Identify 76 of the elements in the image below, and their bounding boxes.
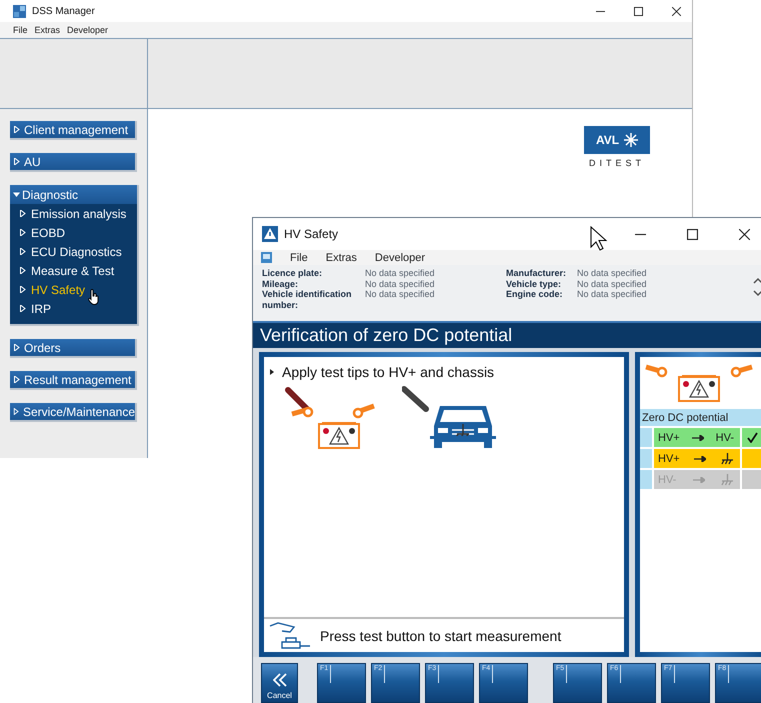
close-icon xyxy=(738,228,750,240)
arrow-icon xyxy=(692,434,704,440)
info-label: Licence plate: xyxy=(262,268,324,278)
info-label: Mileage: xyxy=(262,278,300,289)
logo-tagline: DITEST xyxy=(588,158,645,168)
maximize-icon xyxy=(686,228,698,240)
arrow-icon xyxy=(692,476,705,482)
result-row: HV+ xyxy=(654,449,740,468)
nav-button[interactable]: Client management xyxy=(10,121,137,140)
window-title: DSS Manager xyxy=(32,6,95,16)
caret-right-icon xyxy=(13,126,20,133)
info-value: No data specified xyxy=(577,268,648,278)
caret-right-icon xyxy=(13,376,20,383)
caret-right-icon xyxy=(13,408,19,415)
nav-item[interactable]: HV Safety xyxy=(10,280,137,299)
caret-right-icon xyxy=(19,248,26,255)
double-chevron-left-icon xyxy=(272,672,286,686)
info-label: Vehicle identification number: xyxy=(262,289,353,310)
menu-item[interactable]: Extras xyxy=(34,25,60,35)
bullet-icon xyxy=(270,369,274,375)
caret-down-icon xyxy=(13,191,20,198)
chevron-down-icon[interactable] xyxy=(753,290,761,297)
info-value: No data specified xyxy=(365,289,436,301)
result-row: HV+ HV- xyxy=(654,428,740,447)
menu-item[interactable]: File xyxy=(290,252,308,264)
ground-icon xyxy=(721,474,734,486)
logo: AVL xyxy=(584,126,650,154)
result-title: Zero DC potential xyxy=(640,409,761,426)
nav-button[interactable]: Service/Maintenance xyxy=(10,403,137,422)
info-value: No data specified xyxy=(365,268,436,278)
caret-right-icon xyxy=(19,267,26,274)
maximize-icon xyxy=(634,6,642,16)
caret-right-icon xyxy=(19,305,26,312)
hand-cursor-icon xyxy=(88,289,100,305)
instruction-text: Apply test tips to HV+ and chassis xyxy=(282,364,494,380)
close-icon xyxy=(672,6,680,16)
info-value: No data specified xyxy=(577,289,648,301)
cancel-button[interactable]: Cancel xyxy=(261,662,298,702)
row-marker xyxy=(640,470,652,489)
caret-right-icon xyxy=(13,158,20,165)
warning-icon xyxy=(262,226,278,242)
nav-item[interactable]: ECU Diagnostics xyxy=(10,242,137,261)
nav-item[interactable]: EOBD xyxy=(10,223,137,242)
caret-right-icon xyxy=(19,210,26,217)
info-value: No data specified xyxy=(365,278,436,289)
chevron-up-icon[interactable] xyxy=(753,277,761,284)
snowflake-icon xyxy=(624,133,638,147)
ground-icon xyxy=(721,452,734,464)
window-title: HV Safety xyxy=(284,227,338,241)
screen-icon xyxy=(261,252,272,263)
menu-item[interactable]: Extras xyxy=(326,252,357,264)
step-title: Verification of zero DC potential xyxy=(253,321,761,348)
app-icon xyxy=(13,4,26,18)
menu-item[interactable]: Developer xyxy=(374,252,426,264)
info-label: Vehicle type: xyxy=(506,278,562,289)
caret-right-icon xyxy=(19,286,26,293)
nav-button[interactable]: Result management xyxy=(10,371,137,390)
info-value: No data specified xyxy=(577,278,648,289)
nav-button[interactable]: Orders xyxy=(10,339,137,358)
arrow-icon xyxy=(694,456,706,462)
nav-button[interactable]: Diagnostic xyxy=(10,185,137,204)
nav-item[interactable]: Measure & Test xyxy=(10,261,137,280)
menu-item[interactable]: File xyxy=(13,25,28,35)
caret-right-icon xyxy=(13,344,20,351)
check-icon xyxy=(746,432,758,443)
hand-button-icon xyxy=(268,622,312,650)
nav-item[interactable]: IRP xyxy=(10,299,137,318)
row-marker xyxy=(640,428,652,447)
caret-right-icon xyxy=(19,229,26,236)
info-label: Manufacturer: xyxy=(506,268,568,278)
info-label: Engine code: xyxy=(506,289,564,301)
nav-item[interactable]: Emission analysis xyxy=(10,204,137,223)
prompt-text: Press test button to start measurement xyxy=(320,628,562,644)
nav-button[interactable]: AU xyxy=(10,153,137,172)
row-marker xyxy=(640,449,652,468)
menu-item[interactable]: Developer xyxy=(67,25,108,35)
